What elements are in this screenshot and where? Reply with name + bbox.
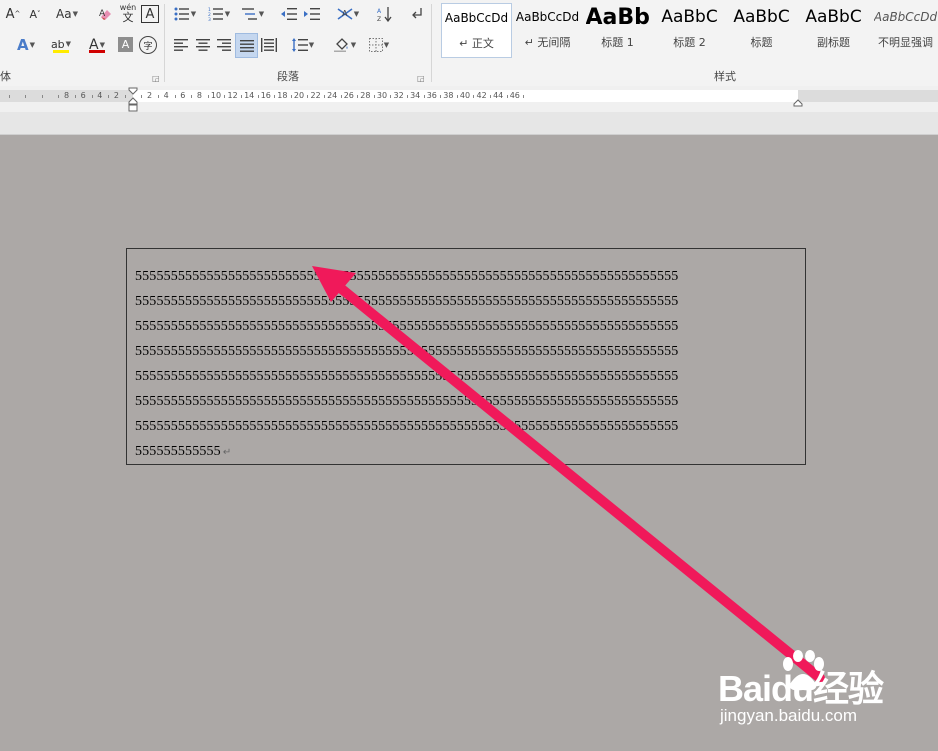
- watermark-url: jingyan.baidu.com: [720, 706, 858, 725]
- baidu-watermark: Baidu经验 jingyan.baidu.com: [718, 650, 928, 730]
- watermark-brand: Baidu经验: [718, 668, 884, 709]
- annotation-arrow-shaft: [333, 281, 825, 683]
- annotation-arrow: [312, 266, 825, 683]
